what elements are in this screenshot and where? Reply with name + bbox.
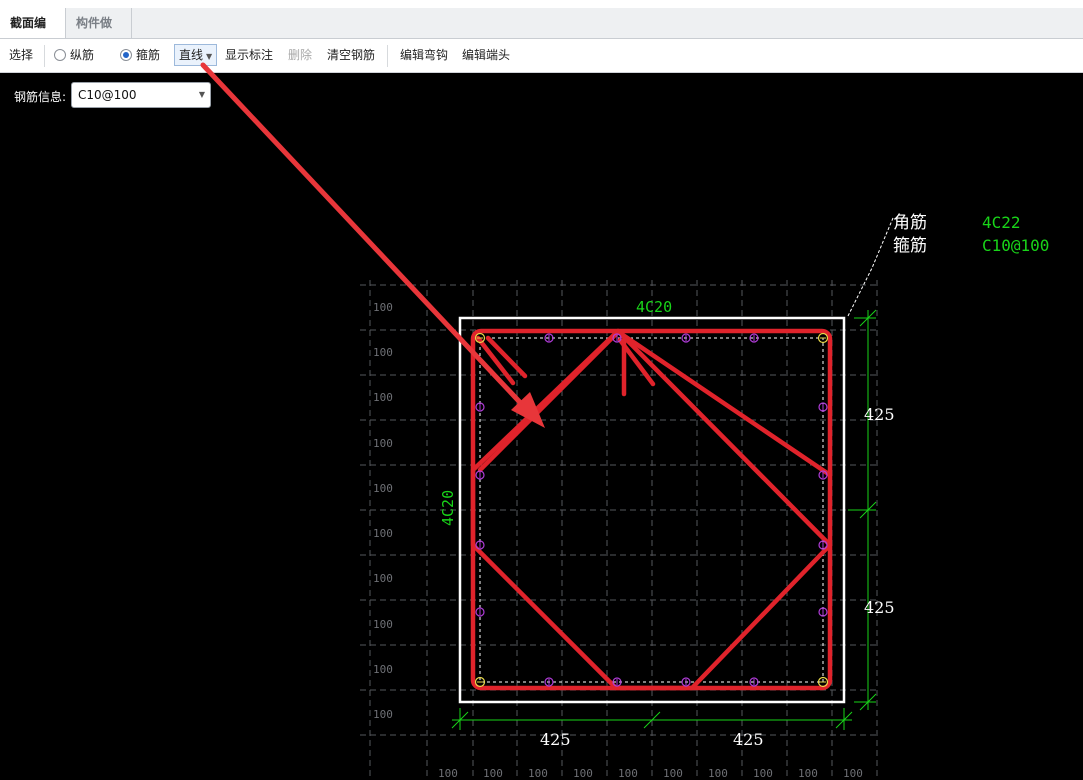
- grid-label: 100: [373, 708, 393, 721]
- stirrup-hook[interactable]: [617, 337, 656, 387]
- corner-rebar-marker[interactable]: [817, 676, 829, 688]
- tab-component-method[interactable]: 构件做法: [66, 8, 132, 60]
- grid-label: 100: [438, 767, 458, 780]
- bottom-dimension-right: 425: [733, 730, 764, 749]
- rebar-info-value: C10@100: [78, 88, 137, 102]
- grid-label: 100: [373, 301, 393, 314]
- grid-labels: 100 100 100 100 100 100 100 100 100 100 100 100 100 1…: [373, 301, 863, 780]
- side-rebar-marker[interactable]: [544, 677, 554, 687]
- stirrup-label: 箍筋: [136, 48, 161, 62]
- delete-button[interactable]: 删除: [288, 39, 312, 72]
- background-grid: [360, 280, 880, 780]
- dim-tick: [835, 711, 853, 729]
- chevron-down-icon: ▼: [206, 52, 213, 61]
- side-rebar-marker[interactable]: [681, 677, 691, 687]
- right-dimension-upper: 425: [864, 405, 895, 424]
- corner-rebar-value: 4C22: [982, 213, 1021, 232]
- toolbar-separator: [44, 45, 45, 67]
- diamond-stirrup[interactable]: [470, 328, 833, 691]
- grid-label: 100: [373, 527, 393, 540]
- edit-end-button[interactable]: 编辑端头: [462, 39, 510, 72]
- side-rebar-marker[interactable]: [818, 470, 828, 480]
- side-rebar-marker[interactable]: [818, 402, 828, 412]
- diamond-stirrup-edge[interactable]: [617, 330, 833, 478]
- cad-canvas: 100 100 100 100 100 100 100 100 100 100 100 100 100 1…: [200, 62, 1049, 780]
- side-rebar-marker[interactable]: [818, 540, 828, 550]
- left-rebar-annotation[interactable]: 4C20: [439, 490, 457, 526]
- dim-tick: [643, 711, 661, 729]
- side-rebar-marker[interactable]: [612, 677, 622, 687]
- tab-bar: 截面编辑 构件做法: [0, 8, 1083, 60]
- grid-label: 100: [753, 767, 773, 780]
- side-rebar-marker[interactable]: [749, 677, 759, 687]
- corner-rebar-marker[interactable]: [474, 676, 486, 688]
- grid-label: 100: [373, 618, 393, 631]
- side-rebar-marker[interactable]: [749, 333, 759, 343]
- right-dimension-lower: 425: [864, 598, 895, 617]
- grid-label: 100: [373, 663, 393, 676]
- grid-label: 100: [573, 767, 593, 780]
- grid-label: 100: [373, 572, 393, 585]
- radio-unchecked-icon: [54, 49, 66, 61]
- grid-label: 100: [708, 767, 728, 780]
- side-rebar-marker[interactable]: [475, 470, 485, 480]
- edit-hook-button[interactable]: 编辑弯钩: [400, 39, 448, 72]
- side-rebar-marker[interactable]: [818, 607, 828, 617]
- dim-tick: [859, 693, 877, 711]
- toolbar: 选择 纵筋 箍筋 直线 ▼ 显示标注 删除 清空钢筋 编辑弯钩 编辑端头: [0, 39, 1083, 73]
- stirrup-legend-value: C10@100: [982, 236, 1049, 255]
- dimension-lines: [451, 309, 877, 730]
- stirrup-group[interactable]: [470, 328, 833, 691]
- dim-tick: [859, 501, 877, 519]
- grid-label: 100: [373, 391, 393, 404]
- corner-rebar-marker[interactable]: [817, 332, 829, 344]
- corner-rebar-marker[interactable]: [474, 332, 486, 344]
- stirrup-hook[interactable]: [485, 335, 528, 379]
- toolbar-separator: [387, 45, 388, 67]
- stirrup-radio[interactable]: 箍筋: [120, 39, 160, 72]
- grid-label: 100: [528, 767, 548, 780]
- grid-label: 100: [483, 767, 503, 780]
- stirrup-hook[interactable]: [475, 335, 516, 386]
- radio-checked-icon: [120, 49, 132, 61]
- grid-label: 100: [373, 437, 393, 450]
- side-rebar-marker[interactable]: [681, 333, 691, 343]
- chevron-down-icon: ▼: [198, 90, 205, 99]
- top-rebar-annotation[interactable]: 4C20: [636, 298, 672, 316]
- line-type-label: 直线: [179, 48, 204, 62]
- dim-tick: [451, 711, 469, 729]
- side-rebar-marker[interactable]: [544, 333, 554, 343]
- tab-section-edit[interactable]: 截面编辑: [0, 8, 66, 60]
- legend-leader-line: [847, 217, 894, 317]
- show-annotation-button[interactable]: 显示标注: [225, 39, 273, 72]
- pointer-arrow-icon: [200, 62, 545, 428]
- outer-stirrup[interactable]: [470, 328, 833, 691]
- grid-label: 100: [843, 767, 863, 780]
- grid-label: 100: [798, 767, 818, 780]
- grid-label: 100: [663, 767, 683, 780]
- rebar-info-select[interactable]: C10@100 ▼: [71, 82, 211, 108]
- rebar-markers: [474, 332, 829, 688]
- line-type-dropdown[interactable]: 直线 ▼: [174, 44, 218, 66]
- grid-label: 100: [618, 767, 638, 780]
- clear-rebar-button[interactable]: 清空钢筋: [327, 39, 375, 72]
- diamond-stirrup-edge[interactable]: [477, 330, 620, 473]
- side-rebar-marker[interactable]: [475, 402, 485, 412]
- rebar-info-label: 钢筋信息:: [14, 90, 67, 104]
- side-rebar-marker[interactable]: [475, 607, 485, 617]
- bottom-dimension-left: 425: [540, 730, 571, 749]
- dim-tick: [859, 309, 877, 327]
- side-rebar-marker[interactable]: [612, 333, 622, 343]
- section-outline[interactable]: [458, 316, 846, 704]
- longitudinal-rebar-label: 纵筋: [70, 48, 95, 62]
- grid-label: 100: [373, 346, 393, 359]
- longitudinal-rebar-radio[interactable]: 纵筋: [54, 39, 94, 72]
- inner-reference-outline: [479, 337, 824, 683]
- select-button[interactable]: 选择: [9, 39, 33, 72]
- stirrup-legend-label: 箍筋: [893, 236, 927, 256]
- grid-label: 100: [373, 482, 393, 495]
- corner-rebar-label: 角筋: [893, 213, 927, 233]
- side-rebar-marker[interactable]: [475, 540, 485, 550]
